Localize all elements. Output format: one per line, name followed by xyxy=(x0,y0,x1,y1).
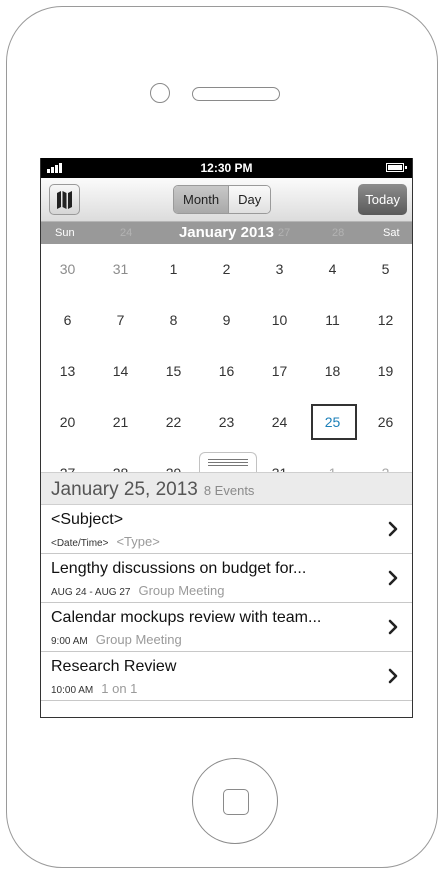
event-time: AUG 24 - AUG 27 xyxy=(51,587,131,598)
view-segmented-control: Month Day xyxy=(173,185,272,214)
chevron-right-icon xyxy=(388,619,398,635)
day-header: January 25, 2013 8 Events xyxy=(41,472,412,505)
event-title: <Subject> xyxy=(51,511,124,528)
home-button[interactable] xyxy=(192,758,278,844)
day-cell[interactable]: 12 xyxy=(359,295,412,346)
event-time: 9:00 AM xyxy=(51,636,88,647)
day-cell[interactable]: 13 xyxy=(41,346,94,397)
event-type: 1 on 1 xyxy=(101,681,138,696)
ghost-weekday-27: 27 xyxy=(278,227,291,239)
day-cell[interactable]: 5 xyxy=(359,244,412,295)
day-cell[interactable]: 23 xyxy=(200,397,253,448)
list-item[interactable]: Calendar mockups review with team... 9:0… xyxy=(41,603,412,652)
event-time: <Date/Time> xyxy=(51,538,109,549)
week-row: 13 14 15 16 17 18 19 xyxy=(41,346,412,397)
day-cell[interactable]: 24 xyxy=(253,397,306,448)
battery-icon xyxy=(386,163,407,172)
day-cell[interactable]: 31 xyxy=(94,244,147,295)
speaker-icon xyxy=(192,87,280,101)
day-cell[interactable]: 30 xyxy=(41,244,94,295)
week-row: 6 7 8 9 10 11 12 xyxy=(41,295,412,346)
day-cell[interactable]: 20 xyxy=(41,397,94,448)
day-cell[interactable]: 26 xyxy=(359,397,412,448)
day-cell[interactable]: 18 xyxy=(306,346,359,397)
day-cell[interactable]: 19 xyxy=(359,346,412,397)
event-type: Group Meeting xyxy=(95,632,182,647)
day-cell[interactable]: 22 xyxy=(147,397,200,448)
event-type: <Type> xyxy=(116,534,160,549)
list-item[interactable]: <Subject> <Date/Time> <Type> xyxy=(41,505,412,554)
status-bar: 12:30 PM xyxy=(41,158,412,178)
app-screen: 12:30 PM Month Day Today Sun 24 January … xyxy=(40,158,413,718)
day-cell[interactable]: 8 xyxy=(147,295,200,346)
map-icon xyxy=(57,191,72,209)
day-cell[interactable]: 17 xyxy=(253,346,306,397)
day-cell[interactable]: 3 xyxy=(253,244,306,295)
home-square-icon xyxy=(223,789,249,815)
selected-day-box xyxy=(311,404,357,440)
day-cell[interactable]: 21 xyxy=(94,397,147,448)
map-button[interactable] xyxy=(49,184,80,215)
event-count: 8 Events xyxy=(203,483,255,498)
day-cell-selected[interactable]: 25 xyxy=(306,397,359,448)
day-cell[interactable]: 10 xyxy=(253,295,306,346)
status-time: 12:30 PM xyxy=(200,161,253,175)
selected-date-label: January 25, 2013 xyxy=(51,479,198,500)
day-cell[interactable]: 11 xyxy=(306,295,359,346)
event-list: <Subject> <Date/Time> <Type> Lengthy disc… xyxy=(41,505,412,701)
camera-icon xyxy=(150,83,170,103)
event-title: Calendar mockups review with team... xyxy=(51,609,322,626)
day-cell[interactable]: 15 xyxy=(147,346,200,397)
ghost-weekday-28: 28 xyxy=(332,227,345,239)
month-title[interactable]: January 2013 xyxy=(41,224,412,241)
day-cell[interactable]: 9 xyxy=(200,295,253,346)
list-item[interactable]: Lengthy discussions on budget for... AUG… xyxy=(41,554,412,603)
day-cell[interactable]: 6 xyxy=(41,295,94,346)
segment-day[interactable]: Day xyxy=(229,186,271,213)
week-row: 20 21 22 23 24 25 26 xyxy=(41,397,412,448)
segment-month[interactable]: Month xyxy=(174,186,230,213)
event-time: 10:00 AM xyxy=(51,685,94,696)
day-cell[interactable]: 1 xyxy=(147,244,200,295)
day-cell[interactable]: 2 xyxy=(200,244,253,295)
list-item[interactable]: Research Review 10:00 AM 1 on 1 xyxy=(41,652,412,701)
event-title: Research Review xyxy=(51,658,177,675)
month-header: Sun 24 January 2013 27 28 Sat xyxy=(41,222,412,244)
day-cell[interactable]: 16 xyxy=(200,346,253,397)
day-cell[interactable]: 7 xyxy=(94,295,147,346)
day-cell[interactable]: 4 xyxy=(306,244,359,295)
chevron-right-icon xyxy=(388,521,398,537)
day-cell[interactable]: 14 xyxy=(94,346,147,397)
today-button[interactable]: Today xyxy=(358,184,407,215)
drag-handle[interactable] xyxy=(199,452,257,472)
weekday-sat: Sat xyxy=(383,227,400,239)
event-title: Lengthy discussions on budget for... xyxy=(51,560,307,577)
event-type: Group Meeting xyxy=(138,583,225,598)
week-row: 30 31 1 2 3 4 5 xyxy=(41,244,412,295)
chevron-right-icon xyxy=(388,668,398,684)
toolbar: Month Day Today xyxy=(41,178,412,222)
chevron-right-icon xyxy=(388,570,398,586)
